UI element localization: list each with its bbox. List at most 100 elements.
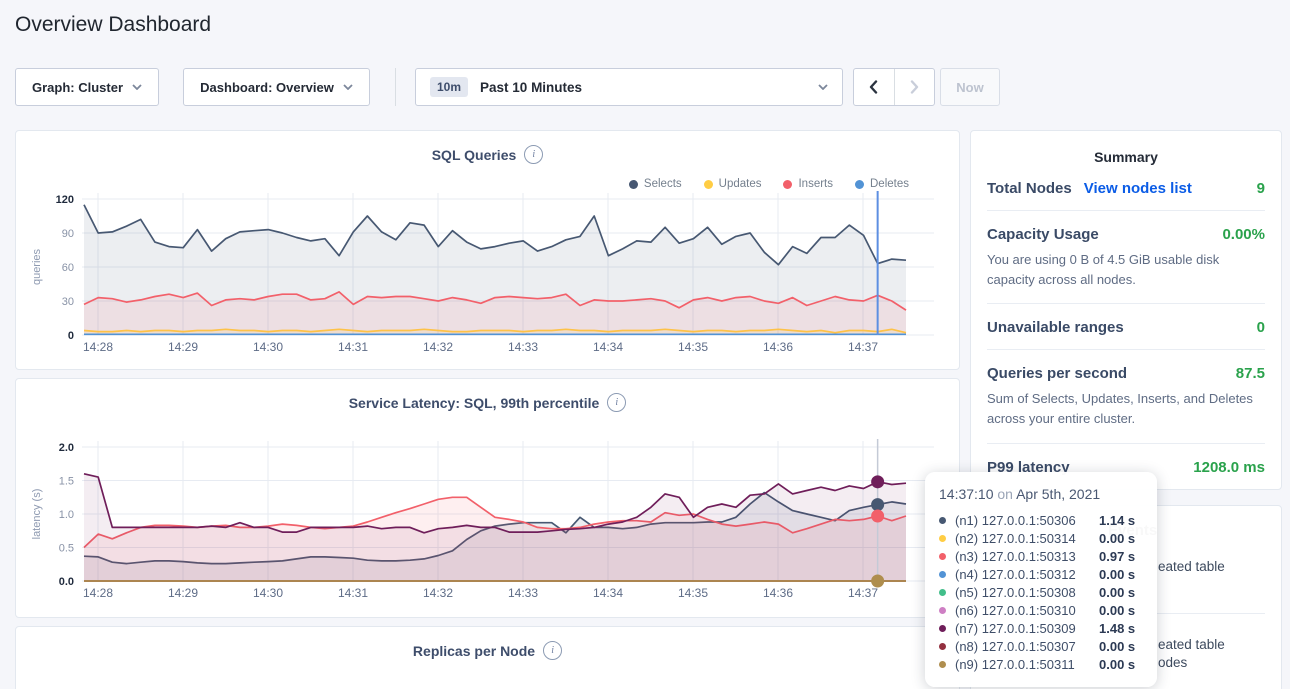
chart-title-service-latency: Service Latency: SQL, 99th percentile bbox=[349, 395, 600, 411]
node-latency-value: 0.00 s bbox=[1099, 531, 1135, 546]
y-axis-label: latency (s) bbox=[31, 489, 43, 540]
chevron-left-icon bbox=[869, 80, 878, 94]
legend-dot-icon bbox=[783, 180, 792, 189]
time-forward-button[interactable] bbox=[894, 69, 935, 105]
time-range-label: Past 10 Minutes bbox=[480, 80, 582, 95]
sql-queries-chart[interactable]: 030609012014:2814:2914:3014:3114:3214:33… bbox=[16, 189, 959, 361]
time-range-picker[interactable]: 10m Past 10 Minutes bbox=[415, 68, 843, 106]
hover-dot bbox=[871, 475, 884, 488]
time-range-badge: 10m bbox=[430, 77, 468, 97]
node-latency-value: 0.00 s bbox=[1099, 657, 1135, 672]
time-back-button[interactable] bbox=[854, 69, 894, 105]
x-axis-tick: 14:28 bbox=[83, 340, 113, 354]
x-axis-tick: 14:29 bbox=[168, 586, 198, 600]
qps-label: Queries per second bbox=[987, 365, 1127, 382]
graph-dropdown[interactable]: Graph: Cluster bbox=[15, 68, 159, 106]
dashboard-dropdown-label: Dashboard: Overview bbox=[200, 80, 334, 95]
node-color-dot-icon bbox=[939, 625, 946, 632]
hover-dot bbox=[871, 510, 884, 523]
tooltip-node-row: (n6) 127.0.0.1:503100.00 s bbox=[939, 601, 1143, 619]
capacity-value: 0.00% bbox=[1222, 226, 1265, 243]
y-axis-tick: 0 bbox=[68, 330, 74, 342]
info-icon[interactable]: i bbox=[524, 145, 543, 164]
node-latency-value: 0.97 s bbox=[1099, 549, 1135, 564]
node-address: (n5) 127.0.0.1:50308 bbox=[955, 585, 1099, 600]
chart-title-row: Service Latency: SQL, 99th percentile i bbox=[16, 393, 959, 412]
node-color-dot-icon bbox=[939, 607, 946, 614]
x-axis-tick: 14:32 bbox=[423, 340, 453, 354]
chevron-down-icon bbox=[818, 84, 828, 90]
tooltip-rows: (n1) 127.0.0.1:503061.14 s(n2) 127.0.0.1… bbox=[939, 511, 1143, 673]
legend-dot-icon bbox=[629, 180, 638, 189]
chevron-right-icon bbox=[910, 80, 919, 94]
toolbar: Graph: Cluster Dashboard: Overview 10m P… bbox=[0, 68, 1290, 106]
event-item-fragment: odes bbox=[1158, 655, 1187, 670]
chart-title-sql-queries: SQL Queries bbox=[432, 147, 517, 163]
node-color-dot-icon bbox=[939, 553, 946, 560]
x-axis-tick: 14:35 bbox=[678, 340, 708, 354]
node-latency-value: 1.48 s bbox=[1099, 621, 1135, 636]
info-icon[interactable]: i bbox=[543, 641, 562, 660]
y-axis-tick: 30 bbox=[62, 296, 74, 308]
tooltip-date: Apr 5th, 2021 bbox=[1016, 486, 1100, 502]
node-latency-value: 0.00 s bbox=[1099, 603, 1135, 618]
hover-dot bbox=[871, 575, 884, 588]
service-latency-chart[interactable]: 0.00.51.01.52.014:2814:2914:3014:3114:32… bbox=[16, 437, 959, 609]
chart-title-row: SQL Queries i bbox=[16, 145, 959, 164]
x-axis-tick: 14:32 bbox=[423, 586, 453, 600]
summary-row-capacity: Capacity Usage 0.00% You are using 0 B o… bbox=[987, 211, 1265, 304]
info-icon[interactable]: i bbox=[607, 393, 626, 412]
legend-dot-icon bbox=[704, 180, 713, 189]
time-nav-group bbox=[853, 68, 935, 106]
x-axis-tick: 14:31 bbox=[338, 340, 368, 354]
x-axis-tick: 14:34 bbox=[593, 586, 623, 600]
legend-dot-icon bbox=[855, 180, 864, 189]
hover-dot bbox=[871, 498, 884, 511]
x-axis-tick: 14:31 bbox=[338, 586, 368, 600]
tooltip-node-row: (n4) 127.0.0.1:503120.00 s bbox=[939, 565, 1143, 583]
x-axis-tick: 14:36 bbox=[763, 586, 793, 600]
node-address: (n4) 127.0.0.1:50312 bbox=[955, 567, 1099, 582]
tooltip-timestamp: 14:37:10 on Apr 5th, 2021 bbox=[939, 486, 1143, 502]
tooltip-node-row: (n8) 127.0.0.1:503070.00 s bbox=[939, 637, 1143, 655]
x-axis-tick: 14:33 bbox=[508, 340, 538, 354]
service-latency-card: Service Latency: SQL, 99th percentile i … bbox=[15, 378, 960, 618]
node-address: (n7) 127.0.0.1:50309 bbox=[955, 621, 1099, 636]
sql-queries-card: SQL Queries i SelectsUpdatesInsertsDelet… bbox=[15, 130, 960, 370]
summary-title: Summary bbox=[971, 131, 1281, 165]
total-nodes-label: Total Nodes bbox=[987, 180, 1072, 197]
x-axis-tick: 14:36 bbox=[763, 340, 793, 354]
node-color-dot-icon bbox=[939, 661, 946, 668]
qps-value: 87.5 bbox=[1236, 365, 1265, 382]
tooltip-time: 14:37:10 bbox=[939, 486, 994, 502]
node-address: (n9) 127.0.0.1:50311 bbox=[955, 657, 1099, 672]
x-axis-tick: 14:30 bbox=[253, 586, 283, 600]
node-color-dot-icon bbox=[939, 571, 946, 578]
y-axis-tick: 0.0 bbox=[59, 576, 74, 588]
y-axis-label: queries bbox=[31, 248, 43, 285]
y-axis-tick: 60 bbox=[62, 262, 74, 274]
node-address: (n1) 127.0.0.1:50306 bbox=[955, 513, 1099, 528]
unavailable-ranges-value: 0 bbox=[1257, 319, 1265, 336]
now-button[interactable]: Now bbox=[940, 68, 1000, 106]
tooltip-node-row: (n9) 127.0.0.1:503110.00 s bbox=[939, 655, 1143, 673]
tooltip-node-row: (n1) 127.0.0.1:503061.14 s bbox=[939, 511, 1143, 529]
chevron-down-icon bbox=[343, 84, 353, 90]
toolbar-divider bbox=[395, 68, 396, 106]
node-color-dot-icon bbox=[939, 535, 946, 542]
dashboard-dropdown[interactable]: Dashboard: Overview bbox=[183, 68, 370, 106]
summary-row-qps: Queries per second 87.5 Sum of Selects, … bbox=[987, 350, 1265, 443]
tooltip-connector: on bbox=[997, 486, 1013, 502]
replicas-per-node-card: Replicas per Node i bbox=[15, 626, 960, 689]
node-latency-value: 1.14 s bbox=[1099, 513, 1135, 528]
tooltip-node-row: (n7) 127.0.0.1:503091.48 s bbox=[939, 619, 1143, 637]
x-axis-tick: 14:34 bbox=[593, 340, 623, 354]
p99-latency-value: 1208.0 ms bbox=[1193, 459, 1265, 476]
y-axis-tick: 0.5 bbox=[59, 543, 74, 555]
x-axis-tick: 14:37 bbox=[848, 586, 878, 600]
node-latency-value: 0.00 s bbox=[1099, 639, 1135, 654]
node-address: (n3) 127.0.0.1:50313 bbox=[955, 549, 1099, 564]
view-nodes-list-link[interactable]: View nodes list bbox=[1084, 180, 1192, 197]
node-address: (n2) 127.0.0.1:50314 bbox=[955, 531, 1099, 546]
capacity-label: Capacity Usage bbox=[987, 226, 1099, 243]
